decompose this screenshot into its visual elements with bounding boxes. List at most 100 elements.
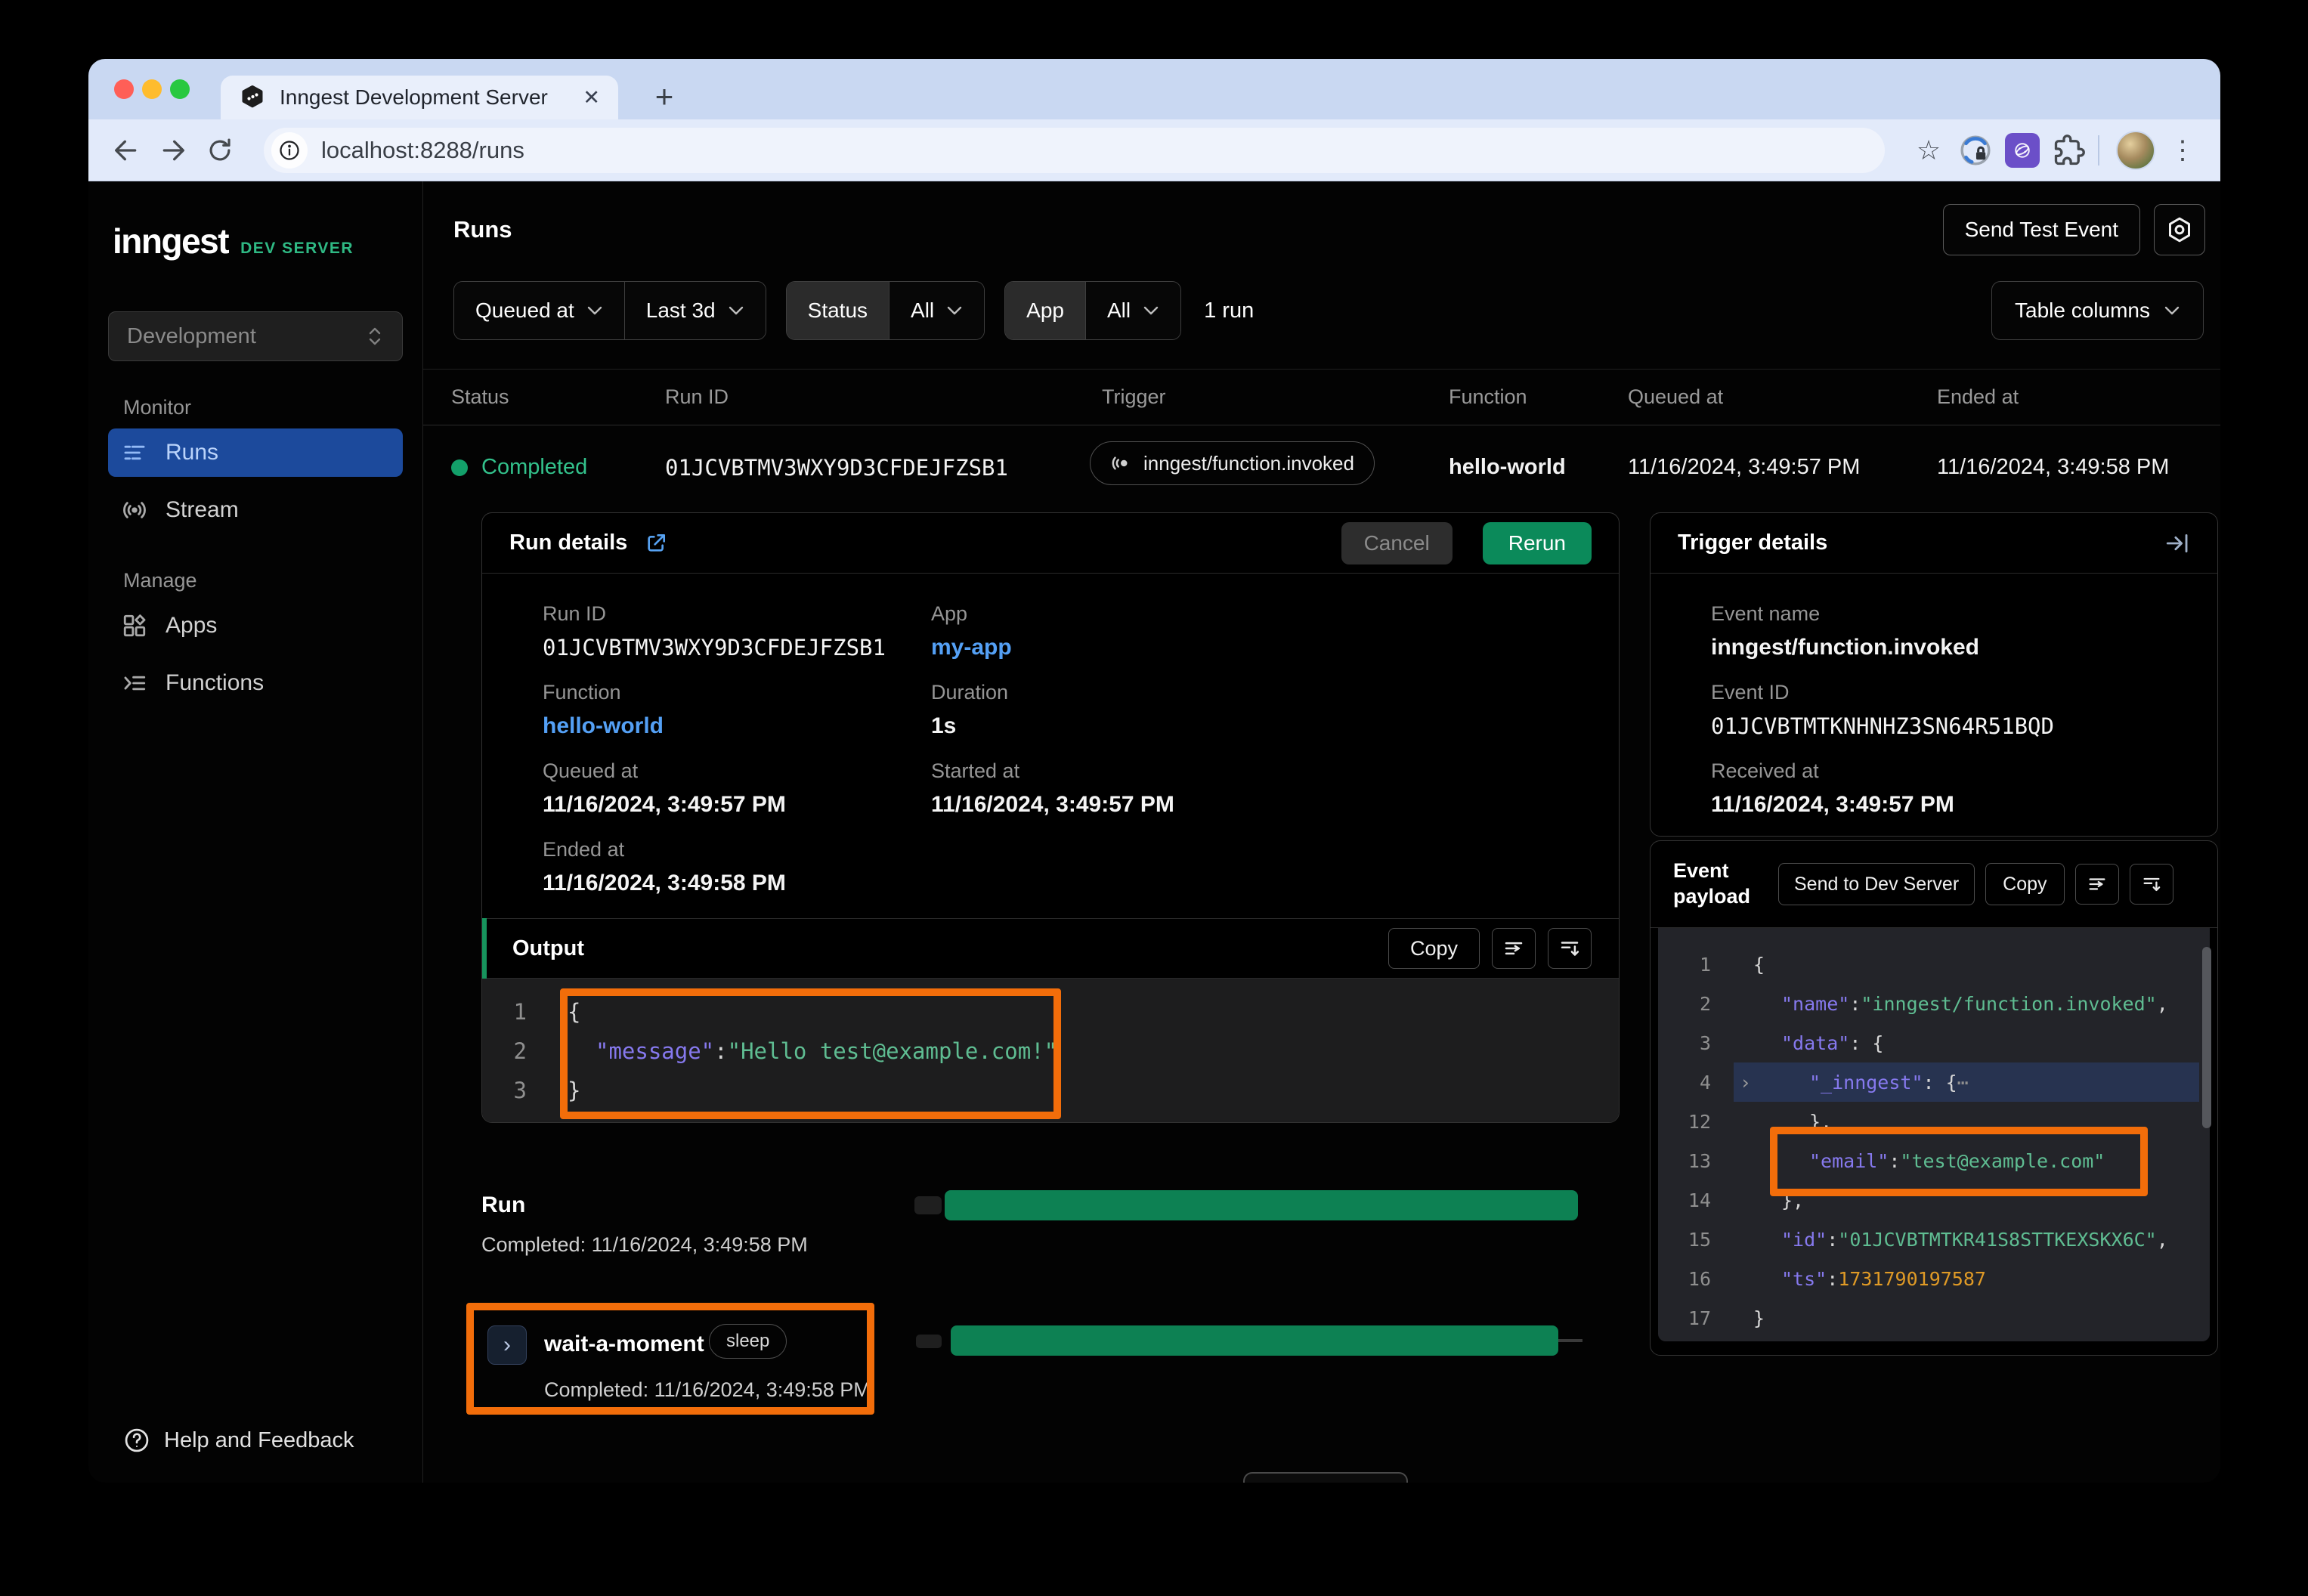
status-filter-value[interactable]: All — [889, 282, 984, 339]
row-function[interactable]: hello-world — [1449, 455, 1566, 480]
col-header-function[interactable]: Function — [1449, 385, 1527, 409]
browser-toolbar: localhost:8288/runs ☆ ⋮ — [88, 119, 2220, 181]
word-wrap-button[interactable] — [1492, 928, 1536, 969]
sidebar: inngest DEV SERVER Development Monitor R… — [88, 181, 423, 1483]
maximize-window-button[interactable] — [170, 79, 190, 99]
browser-window: Inngest Development Server ✕ + localhost… — [88, 59, 2220, 1483]
sidebar-item-apps[interactable]: Apps — [108, 602, 403, 650]
code-token: "email" — [1809, 1150, 1889, 1172]
code-line: 3"data": { — [1658, 1023, 2210, 1062]
code-token: { — [568, 999, 580, 1025]
filter-bar: Queued at Last 3d Status All — [453, 281, 1254, 340]
line-number: 16 — [1658, 1268, 1734, 1290]
url-text[interactable]: localhost:8288/runs — [321, 137, 524, 164]
table-columns-button[interactable]: Table columns — [1991, 281, 2204, 340]
function-link[interactable]: hello-world — [543, 713, 664, 739]
step-expand-button[interactable]: › — [487, 1325, 527, 1365]
step-bar[interactable] — [951, 1325, 1558, 1356]
external-link-icon[interactable] — [644, 531, 668, 555]
payload-scrollbar[interactable] — [2202, 947, 2211, 1128]
run-details-panel: Run details Cancel Rerun Run ID 01JCVBTM… — [481, 512, 1620, 1123]
new-tab-button[interactable]: + — [646, 79, 682, 115]
app-filter-value[interactable]: All — [1085, 282, 1180, 339]
inngest-logo: inngest — [113, 221, 228, 261]
settings-gear-button[interactable] — [2154, 204, 2205, 255]
word-wrap-icon — [2087, 874, 2108, 895]
send-to-dev-server-button[interactable]: Send to Dev Server — [1778, 863, 1975, 905]
field-queued-at: Queued at 11/16/2024, 3:49:57 PM — [543, 759, 786, 818]
avatar[interactable] — [2116, 131, 2155, 170]
app-root: inngest DEV SERVER Development Monitor R… — [88, 181, 2220, 1483]
fold-chevron-icon[interactable]: › — [1740, 1072, 1751, 1093]
line-number: 14 — [1658, 1189, 1734, 1211]
collapse-panel-icon[interactable] — [2164, 530, 2190, 556]
reload-icon[interactable] — [200, 131, 240, 170]
timeline-run-bar-stub — [914, 1196, 942, 1214]
password-manager-extension-icon[interactable] — [1956, 131, 1995, 170]
browser-tab[interactable]: Inngest Development Server ✕ — [221, 76, 618, 119]
date-range-value: Last 3d — [646, 298, 716, 323]
payload-code[interactable]: 1{2"name": "inngest/function.invoked",3"… — [1658, 928, 2210, 1341]
inngest-favicon-icon — [239, 84, 266, 111]
extensions-puzzle-icon[interactable] — [2050, 131, 2089, 170]
col-header-ended-at[interactable]: Ended at — [1937, 385, 2019, 409]
app-link[interactable]: my-app — [931, 635, 1012, 660]
col-header-queued-at[interactable]: Queued at — [1628, 385, 1723, 409]
time-field-filter[interactable]: Queued at — [454, 282, 624, 339]
code-line: 3} — [482, 1071, 1619, 1110]
gear-hexagon-icon — [2165, 215, 2194, 244]
status-filter-label: Status — [787, 282, 889, 339]
browser-menu-icon[interactable]: ⋮ — [2163, 131, 2202, 170]
tab-close-icon[interactable]: ✕ — [583, 88, 600, 108]
dev-server-label: DEV SERVER — [240, 240, 354, 258]
sidebar-item-stream[interactable]: Stream — [108, 486, 403, 534]
purple-extension-icon[interactable] — [2003, 131, 2042, 170]
payload-word-wrap-button[interactable] — [2075, 864, 2119, 905]
code-token: : — [1827, 1229, 1838, 1251]
chevron-down-icon — [728, 305, 744, 316]
field-started-at: Started at 11/16/2024, 3:49:57 PM — [931, 759, 1174, 818]
back-icon[interactable] — [107, 131, 146, 170]
cancel-button[interactable]: Cancel — [1341, 522, 1453, 564]
run-count: 1 run — [1204, 298, 1254, 323]
sidebar-item-functions[interactable]: Functions — [108, 659, 403, 707]
line-number: 12 — [1658, 1111, 1734, 1133]
runs-list-icon — [122, 440, 147, 466]
scroll-to-bottom-button[interactable] — [1548, 928, 1592, 969]
payload-scroll-to-bottom-button[interactable] — [2130, 864, 2173, 905]
close-window-button[interactable] — [114, 79, 134, 99]
bookmark-star-icon[interactable]: ☆ — [1909, 131, 1948, 170]
row-run-id[interactable]: 01JCVBTMV3WXY9D3CFDEJFZSB1 — [665, 455, 1008, 481]
trigger-badge[interactable]: inngest/function.invoked — [1090, 441, 1375, 485]
col-header-run-id[interactable]: Run ID — [665, 385, 729, 409]
address-bar[interactable]: localhost:8288/runs — [264, 128, 1885, 173]
status-filter-selected: All — [911, 298, 934, 323]
sidebar-item-runs[interactable]: Runs — [108, 428, 403, 477]
step-bar-tail — [1558, 1339, 1582, 1342]
help-and-feedback[interactable]: Help and Feedback — [123, 1427, 354, 1454]
col-header-status[interactable]: Status — [451, 385, 509, 409]
environment-selector[interactable]: Development — [108, 311, 403, 361]
code-token: } — [568, 1078, 580, 1103]
copy-output-button[interactable]: Copy — [1388, 928, 1480, 969]
code-token: "message" — [596, 1038, 714, 1064]
rerun-button[interactable]: Rerun — [1483, 522, 1592, 564]
word-wrap-icon — [1502, 937, 1525, 960]
timeline-run-bar[interactable] — [945, 1190, 1578, 1220]
run-details-title: Run details — [509, 530, 627, 555]
output-header: Output Copy — [482, 918, 1619, 979]
cut-off-button[interactable] — [1243, 1472, 1408, 1483]
date-range-filter[interactable]: Last 3d — [624, 282, 766, 339]
copy-payload-button[interactable]: Copy — [1985, 863, 2064, 905]
filter-divider — [423, 369, 2220, 370]
minimize-window-button[interactable] — [142, 79, 162, 99]
scroll-down-icon — [1558, 937, 1581, 960]
site-info-icon[interactable] — [271, 132, 308, 169]
output-code[interactable]: 1{2"message": "Hello test@example.com!"3… — [482, 979, 1619, 1122]
time-filter-group: Queued at Last 3d — [453, 281, 766, 340]
col-header-trigger[interactable]: Trigger — [1102, 385, 1166, 409]
forward-icon[interactable] — [153, 131, 193, 170]
send-test-event-button[interactable]: Send Test Event — [1943, 204, 2140, 255]
line-number: 2 — [1658, 993, 1734, 1015]
trigger-details-panel: Trigger details Event name inngest/funct… — [1650, 512, 2218, 837]
